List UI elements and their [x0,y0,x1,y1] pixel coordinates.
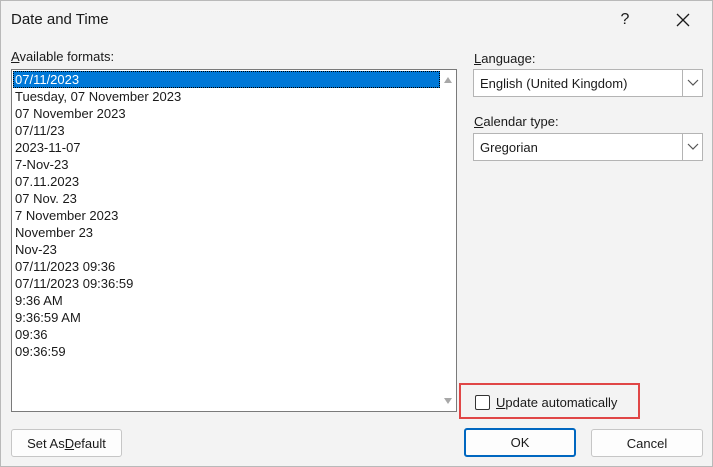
format-list-item[interactable]: 07/11/23 [13,122,440,139]
title-bar: Date and Time ? [1,1,712,39]
format-list-item[interactable]: 07/11/2023 09:36:59 [13,275,440,292]
date-and-time-dialog: Date and Time ? Available formats: 07/11… [0,0,713,467]
language-value: English (United Kingdom) [480,76,628,91]
format-list-item[interactable]: 9:36 AM [13,292,440,309]
format-list-item[interactable]: 09:36 [13,326,440,343]
update-automatically-highlight: Update automatically [459,383,640,419]
set-as-default-button[interactable]: Set As Default [11,429,122,457]
calendar-type-label: Calendar type: [474,114,559,129]
ok-button[interactable]: OK [464,428,576,457]
format-list-item[interactable]: 09:36:59 [13,343,440,360]
help-icon: ? [620,11,630,28]
calendar-type-value: Gregorian [480,140,538,155]
scroll-down-arrow-icon[interactable] [444,398,452,404]
format-list-item[interactable]: Tuesday, 07 November 2023 [13,88,440,105]
available-formats-list[interactable]: 07/11/2023 Tuesday, 07 November 2023 07 No… [11,69,457,412]
cancel-button[interactable]: Cancel [591,429,703,457]
language-dropdown-button[interactable] [682,70,702,96]
scroll-up-arrow-icon[interactable] [444,77,452,83]
format-list-item[interactable]: Nov-23 [13,241,440,258]
dialog-title: Date and Time [11,11,109,28]
format-list-item[interactable]: November 23 [13,224,440,241]
calendar-dropdown-button[interactable] [682,134,702,160]
update-automatically-label[interactable]: Update automatically [496,395,617,410]
format-list-item[interactable]: 07 November 2023 [13,105,440,122]
format-list-item[interactable]: 7-Nov-23 [13,156,440,173]
format-list-item[interactable]: 9:36:59 AM [13,309,440,326]
format-list-item[interactable]: 7 November 2023 [13,207,440,224]
close-icon [676,13,690,27]
update-automatically-checkbox[interactable] [475,395,490,410]
format-list-item[interactable]: 07/11/2023 09:36 [13,258,440,275]
available-formats-label: Available formats: [11,49,115,64]
format-list-item[interactable]: 07.11.2023 [13,173,440,190]
vertical-scrollbar[interactable] [440,70,456,411]
chevron-down-icon [687,143,698,150]
format-list-item[interactable]: 2023-11-07 [13,139,440,156]
language-label: Language: [474,51,536,66]
help-button[interactable]: ? [607,5,643,35]
format-list-item[interactable]: 07 Nov. 23 [13,190,440,207]
calendar-type-select[interactable]: Gregorian [473,133,703,161]
language-select[interactable]: English (United Kingdom) [473,69,703,97]
close-button[interactable] [663,5,703,35]
chevron-down-icon [687,79,698,86]
format-list-item[interactable]: 07/11/2023 [13,71,440,88]
format-items: 07/11/2023 Tuesday, 07 November 2023 07 No… [13,71,440,360]
